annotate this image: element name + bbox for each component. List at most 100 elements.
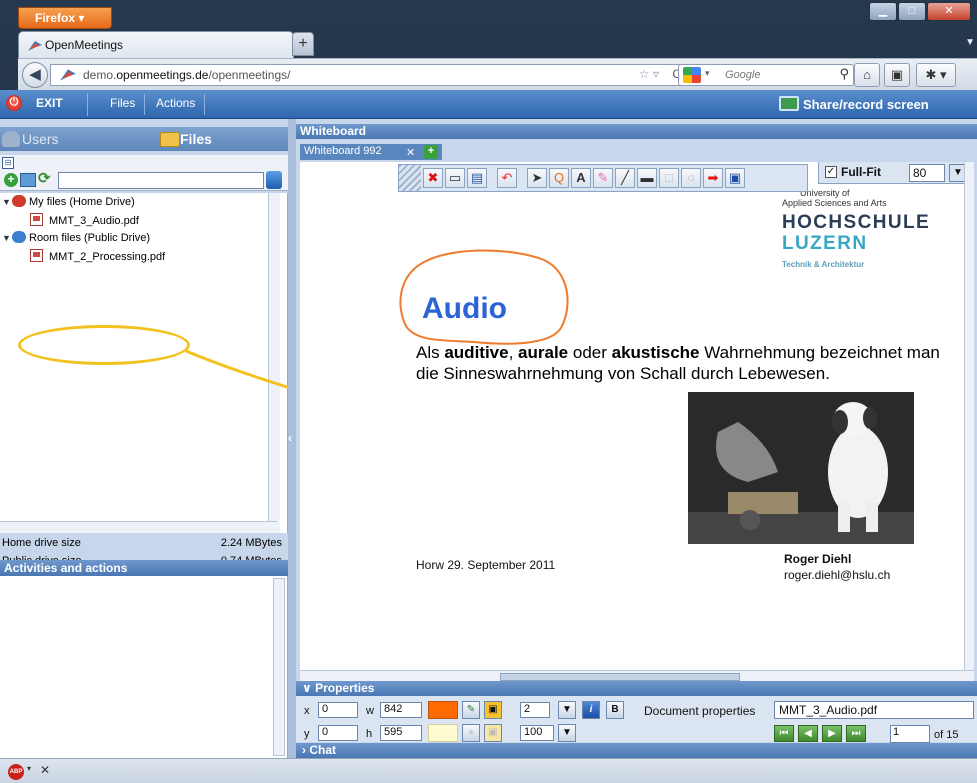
- properties-title: Properties: [315, 681, 375, 695]
- google-engine-icon[interactable]: [683, 67, 701, 83]
- expand-caret-icon[interactable]: ▼: [2, 233, 11, 243]
- tree-horizontal-scrollbar[interactable]: [0, 521, 277, 533]
- first-page-button[interactable]: ⏮: [774, 725, 794, 742]
- minimize-button[interactable]: ▁: [869, 2, 897, 21]
- fill-color-icon[interactable]: ●: [462, 724, 480, 742]
- clear-icon[interactable]: ✖: [423, 168, 443, 188]
- tab-openmeetings[interactable]: OpenMeetings: [18, 31, 294, 58]
- next-page-button[interactable]: ▶: [822, 725, 842, 742]
- x-input[interactable]: 0: [318, 702, 358, 718]
- chat-header[interactable]: › Chat: [296, 743, 977, 758]
- line-width-input[interactable]: 2: [520, 702, 550, 718]
- page-number-input[interactable]: 1: [890, 725, 930, 743]
- scroll-thumb[interactable]: [500, 673, 740, 681]
- properties-header[interactable]: ∨ Properties: [296, 681, 977, 696]
- refresh-icon[interactable]: ⟳: [38, 171, 54, 188]
- file-name: MMT_2_Processing.pdf: [49, 251, 166, 263]
- tree-file-mmt3[interactable]: MMT_3_Audio.pdf: [30, 213, 139, 229]
- site-identity-icon[interactable]: [59, 67, 77, 83]
- toolbar-grip[interactable]: [399, 165, 421, 191]
- fullfit-checkbox[interactable]: ✓: [825, 166, 837, 178]
- whiteboard-tab[interactable]: Whiteboard 992 ✕ +: [300, 144, 442, 160]
- new-tab-button[interactable]: +: [292, 32, 314, 56]
- activities-scrollbar[interactable]: [273, 578, 285, 756]
- opacity-input[interactable]: 100: [520, 725, 554, 741]
- bookmarks-button[interactable]: ▣: [884, 63, 910, 87]
- close-addon-bar-icon[interactable]: ✕: [40, 763, 50, 777]
- search-bar[interactable]: ▾ Google ⚲: [678, 64, 854, 86]
- panel-splitter[interactable]: ‹: [288, 119, 296, 758]
- expand-caret-icon[interactable]: ▼: [2, 197, 11, 207]
- highlight-ellipse-annotation: [18, 325, 190, 365]
- width-input[interactable]: 842: [380, 702, 422, 718]
- opacity-dropdown-icon[interactable]: ▼: [558, 724, 576, 742]
- tab-list-icon[interactable]: ▼: [965, 37, 975, 48]
- whiteboard-canvas[interactable]: University of Applied Sciences and Arts …: [300, 162, 974, 682]
- undo-icon[interactable]: ↶: [497, 168, 517, 188]
- home-drive-size-label: Home drive size: [2, 537, 81, 549]
- bookmark-star-icon[interactable]: ☆ ▿: [639, 67, 659, 81]
- zoom-icon[interactable]: Q: [549, 168, 569, 188]
- close-window-button[interactable]: ✕: [927, 2, 971, 21]
- italic-button[interactable]: i: [582, 701, 600, 719]
- collapse-icon[interactable]: ⊟: [2, 157, 14, 169]
- add-whiteboard-icon[interactable]: +: [424, 145, 438, 159]
- activities-header[interactable]: Activities and actions: [0, 560, 288, 576]
- lock-line-icon[interactable]: ▣: [484, 701, 502, 719]
- files-menu[interactable]: Files: [110, 96, 135, 110]
- line-width-dropdown-icon[interactable]: ▼: [558, 701, 576, 719]
- zoom-input[interactable]: 80: [909, 164, 945, 182]
- actions-menu[interactable]: Actions: [156, 96, 195, 110]
- tree-file-mmt2[interactable]: MMT_2_Processing.pdf: [30, 249, 165, 265]
- y-input[interactable]: 0: [318, 725, 358, 741]
- close-tab-icon[interactable]: ✕: [406, 146, 415, 159]
- trash-icon[interactable]: [266, 171, 282, 189]
- lock-fill-icon[interactable]: ▣: [484, 724, 502, 742]
- upload-icon[interactable]: [20, 173, 36, 187]
- line-color-pencil-icon[interactable]: ✎: [462, 701, 480, 719]
- exit-label: EXIT: [36, 96, 63, 110]
- search-go-icon[interactable]: ⚲: [839, 66, 849, 82]
- prev-page-button[interactable]: ◀: [798, 725, 818, 742]
- pointer-icon[interactable]: ➤: [527, 168, 547, 188]
- tree-public-drive[interactable]: ▼ Room files (Public Drive): [2, 231, 150, 247]
- addon-button[interactable]: ✱ ▾: [916, 63, 956, 87]
- file-search-input[interactable]: [58, 172, 264, 189]
- arrow-icon[interactable]: ➡: [703, 168, 723, 188]
- back-button[interactable]: ◀: [22, 62, 48, 88]
- url-bar[interactable]: demo.openmeetings.de/openmeetings/ ☆ ▿ C: [50, 64, 690, 86]
- more-tools-icon[interactable]: ▣: [725, 168, 745, 188]
- line-icon[interactable]: ╱: [615, 168, 635, 188]
- openmeetings-favicon-icon: [28, 41, 42, 51]
- save-icon[interactable]: ▤: [467, 168, 487, 188]
- whiteboard-vertical-scrollbar[interactable]: [964, 162, 974, 670]
- bold-button[interactable]: B: [606, 701, 624, 719]
- public-drive-icon: [12, 231, 26, 243]
- adblock-icon[interactable]: ABP: [8, 764, 24, 780]
- tree-home-drive[interactable]: ▼ My files (Home Drive): [2, 195, 135, 211]
- tab-users[interactable]: Users: [22, 131, 59, 147]
- last-page-button[interactable]: ⏭: [846, 725, 866, 742]
- engine-dropdown-icon[interactable]: ▾: [705, 68, 710, 79]
- collapse-left-icon[interactable]: ‹: [288, 431, 292, 445]
- exit-button[interactable]: ⏻ EXIT: [2, 93, 88, 116]
- document-name-field[interactable]: MMT_3_Audio.pdf: [774, 701, 974, 719]
- add-folder-icon[interactable]: +: [4, 173, 18, 187]
- height-input[interactable]: 595: [380, 725, 422, 741]
- adblock-dropdown-icon[interactable]: ▾: [27, 764, 31, 773]
- new-icon[interactable]: ▭: [445, 168, 465, 188]
- line-color-swatch[interactable]: [428, 701, 458, 719]
- pencil-icon[interactable]: ✎: [593, 168, 613, 188]
- fill-color-swatch[interactable]: [428, 724, 458, 742]
- home-button[interactable]: ⌂: [854, 63, 880, 87]
- share-record-screen-button[interactable]: Share/record screen: [771, 93, 947, 116]
- rectangle-icon[interactable]: □: [659, 168, 679, 188]
- tab-files[interactable]: Files: [180, 131, 212, 147]
- firefox-menu-button[interactable]: Firefox ▾: [18, 7, 112, 29]
- underline-icon[interactable]: ▬: [637, 168, 657, 188]
- text-icon[interactable]: A: [571, 168, 591, 188]
- ellipse-icon[interactable]: ○: [681, 168, 701, 188]
- whiteboard-toolbar: ✖ ▭ ▤ ↶ ➤ Q A ✎ ╱ ▬ □ ○ ➡ ▣: [398, 164, 808, 192]
- maximize-button[interactable]: □: [898, 2, 926, 21]
- home-drive-icon: [12, 195, 26, 207]
